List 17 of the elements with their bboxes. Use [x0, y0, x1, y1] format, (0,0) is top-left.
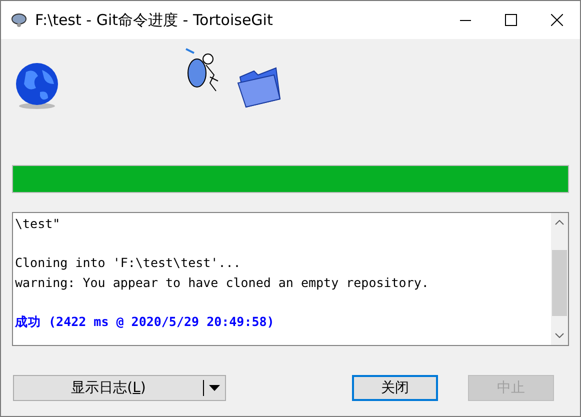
- scrollbar-thumb[interactable]: [552, 250, 567, 316]
- window-title: F:\test - Git命令进度 - TortoiseGit: [35, 10, 273, 31]
- scroll-up-icon: [555, 220, 564, 225]
- dropdown-caret-icon: [209, 385, 220, 391]
- close-icon: [551, 14, 563, 26]
- maximize-icon: [505, 14, 517, 26]
- log-line: \test": [15, 215, 62, 233]
- log-line: warning: You appear to have cloned an empty repository.: [15, 274, 430, 292]
- globe-icon: [14, 62, 60, 110]
- scroll-down-icon: [555, 333, 564, 338]
- folder-icon: [236, 65, 282, 109]
- close-button[interactable]: 关闭: [352, 375, 438, 401]
- log-line: Cloning into 'F:\test\test'...: [15, 254, 242, 272]
- scrollbar[interactable]: [551, 213, 568, 345]
- tortoise-icon: [10, 12, 28, 28]
- success-line: 成功 (2422 ms @ 2020/5/29 20:49:58): [15, 312, 276, 330]
- show-log-button[interactable]: 显示日志(L): [13, 375, 226, 401]
